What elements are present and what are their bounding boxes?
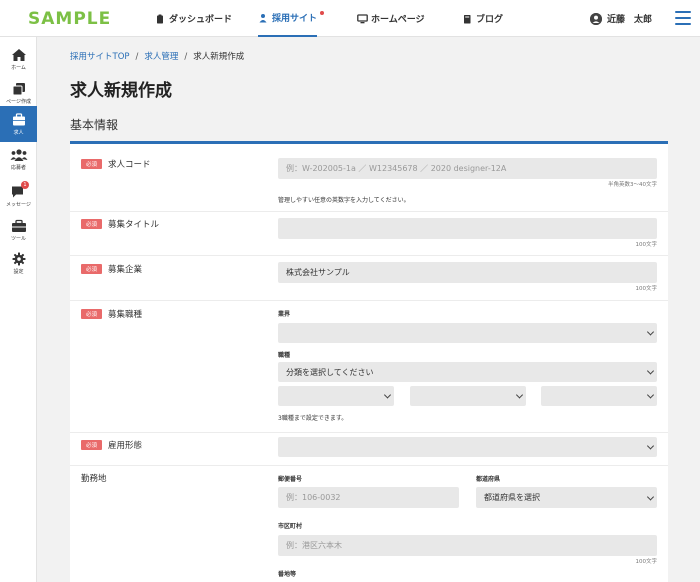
page-title: 求人新規作成 [70, 81, 172, 101]
form-row-job-type: 必須 募集職種 業界 職種 分類を選択してください 3職種まで設定できます。 [70, 301, 668, 433]
company-input[interactable]: 株式会社サンプル [278, 262, 657, 283]
occupation-sub-select-1[interactable] [278, 386, 394, 406]
user-menu[interactable]: 近藤 太郎 [589, 0, 652, 37]
city-label: 市区町村 [278, 523, 303, 530]
nav-dashboard[interactable]: ダッシュボード [155, 0, 232, 37]
sidebar-item-label: ページ作成 [6, 98, 31, 105]
top-bar: SAMPLE ダッシュボード 採用サイト ホームページ ブログ 近藤 太郎 [0, 0, 700, 37]
industry-select[interactable] [278, 323, 657, 343]
form-row-company: 必須 募集企業 株式会社サンプル 100文字 [70, 256, 668, 301]
occupation-sub-select-2[interactable] [410, 386, 526, 406]
chevron-down-icon [646, 492, 655, 501]
employment-label: 雇用形態 [108, 441, 143, 451]
address-label: 番地等 [278, 571, 297, 578]
briefcase-icon [12, 112, 25, 125]
job-title-label: 募集タイトル [108, 220, 160, 230]
breadcrumb: 採用サイトTOP / 求人管理 / 求人新規作成 [70, 50, 244, 62]
sidebar-item-jobs[interactable]: 求人 [0, 106, 37, 142]
job-code-input[interactable]: 例：W-202005-1a ／ W12345678 ／ 2020 designe… [278, 158, 657, 179]
sidebar-item-label: 求人 [13, 129, 24, 136]
chevron-down-icon [646, 442, 655, 450]
user-name: 近藤 太郎 [606, 15, 652, 25]
sidebar: ホーム ページ作成 求人 応募者 メッセージ 1 ツール 設定 [0, 37, 37, 582]
nav-homepage[interactable]: ホームページ [357, 0, 425, 37]
job-type-help: 3職種まで設定できます。 [278, 415, 348, 422]
nav-blog-label: ブログ [476, 15, 504, 25]
form-row-employment: 必須 雇用形態 [70, 433, 668, 466]
notification-dot [320, 11, 324, 15]
chevron-down-icon [646, 391, 655, 399]
toolbox-icon [11, 219, 26, 232]
occupation-value: 分類を選択してください [286, 367, 374, 377]
nav-dashboard-label: ダッシュボード [169, 15, 233, 25]
nav-recruit-site-label: 採用サイト [272, 14, 318, 24]
monitor-icon [357, 13, 368, 24]
company-hint: 100文字 [635, 286, 658, 292]
sidebar-item-label: メッセージ [6, 201, 31, 208]
sidebar-item-home[interactable]: ホーム [0, 41, 37, 77]
employment-select[interactable] [278, 437, 657, 457]
logo[interactable]: SAMPLE [28, 9, 111, 29]
sidebar-item-label: 応募者 [10, 164, 26, 171]
sidebar-item-messages[interactable]: メッセージ 1 [0, 178, 37, 214]
pages-icon [12, 82, 25, 95]
basic-info-form: 必須 求人コード 例：W-202005-1a ／ W12345678 ／ 202… [70, 141, 668, 582]
required-badge: 必須 [81, 264, 102, 274]
gear-icon [12, 252, 25, 265]
job-type-label: 募集職種 [108, 310, 143, 320]
sidebar-item-label: 設定 [13, 268, 24, 275]
home-icon [11, 48, 26, 61]
prefecture-value: 都道府県を選択 [484, 493, 540, 502]
chevron-down-icon [646, 328, 655, 336]
occupation-label: 職種 [278, 352, 291, 359]
occupation-select[interactable]: 分類を選択してください [278, 362, 657, 382]
breadcrumb-separator: / [184, 52, 188, 62]
location-label: 勤務地 [81, 474, 107, 484]
required-badge: 必須 [81, 440, 102, 450]
job-code-hint: 半角英数3〜40文字 [608, 182, 657, 188]
city-input[interactable]: 例：港区六本木 [278, 535, 657, 556]
nav-blog[interactable]: ブログ [462, 0, 503, 37]
required-badge: 必須 [81, 159, 102, 169]
sidebar-item-tools[interactable]: ツール [0, 212, 37, 248]
book-icon [462, 14, 472, 24]
occupation-sub-select-3[interactable] [541, 386, 657, 406]
industry-label: 業界 [278, 311, 291, 318]
sidebar-item-label: ホーム [11, 64, 26, 71]
sidebar-item-label: ツール [10, 235, 26, 242]
prefecture-label: 都道府県 [476, 476, 501, 483]
prefecture-select[interactable]: 都道府県を選択 [476, 487, 657, 508]
nav-homepage-label: ホームページ [371, 15, 425, 25]
job-title-hint: 100文字 [635, 242, 658, 248]
required-badge: 必須 [81, 219, 102, 229]
sidebar-item-settings[interactable]: 設定 [0, 245, 37, 281]
section-title: 基本情報 [70, 118, 119, 132]
message-count-badge: 1 [21, 181, 29, 189]
users-icon [10, 148, 27, 161]
breadcrumb-current: 求人新規作成 [193, 52, 245, 62]
breadcrumb-separator: / [135, 52, 139, 62]
form-row-location: 勤務地 郵便番号 例：106-0032 都道府県 都道府県を選択 市区町村 例：… [70, 466, 668, 582]
required-badge: 必須 [81, 309, 102, 319]
job-code-label: 求人コード [108, 160, 151, 170]
postal-code-input[interactable]: 例：106-0032 [278, 487, 459, 508]
breadcrumb-recruit-top[interactable]: 採用サイトTOP [70, 52, 130, 62]
city-hint: 100文字 [635, 559, 658, 565]
form-row-job-code: 必須 求人コード 例：W-202005-1a ／ W12345678 ／ 202… [70, 144, 668, 212]
chevron-down-icon [646, 367, 655, 375]
job-code-help: 管理しやすい任意の英数字を入力してください。 [278, 197, 410, 204]
nav-recruit-site[interactable]: 採用サイト [258, 0, 324, 37]
sidebar-item-applicants[interactable]: 応募者 [0, 141, 37, 177]
form-row-job-title: 必須 募集タイトル 100文字 [70, 212, 668, 256]
person-icon [258, 13, 268, 23]
clipboard-icon [155, 14, 165, 24]
user-avatar-icon [589, 12, 602, 25]
job-title-input[interactable] [278, 218, 657, 239]
company-label: 募集企業 [108, 265, 143, 275]
breadcrumb-job-management[interactable]: 求人管理 [144, 52, 178, 62]
menu-icon[interactable] [675, 11, 691, 25]
postal-code-label: 郵便番号 [278, 476, 303, 483]
chevron-down-icon [515, 391, 524, 399]
chevron-down-icon [383, 391, 392, 399]
